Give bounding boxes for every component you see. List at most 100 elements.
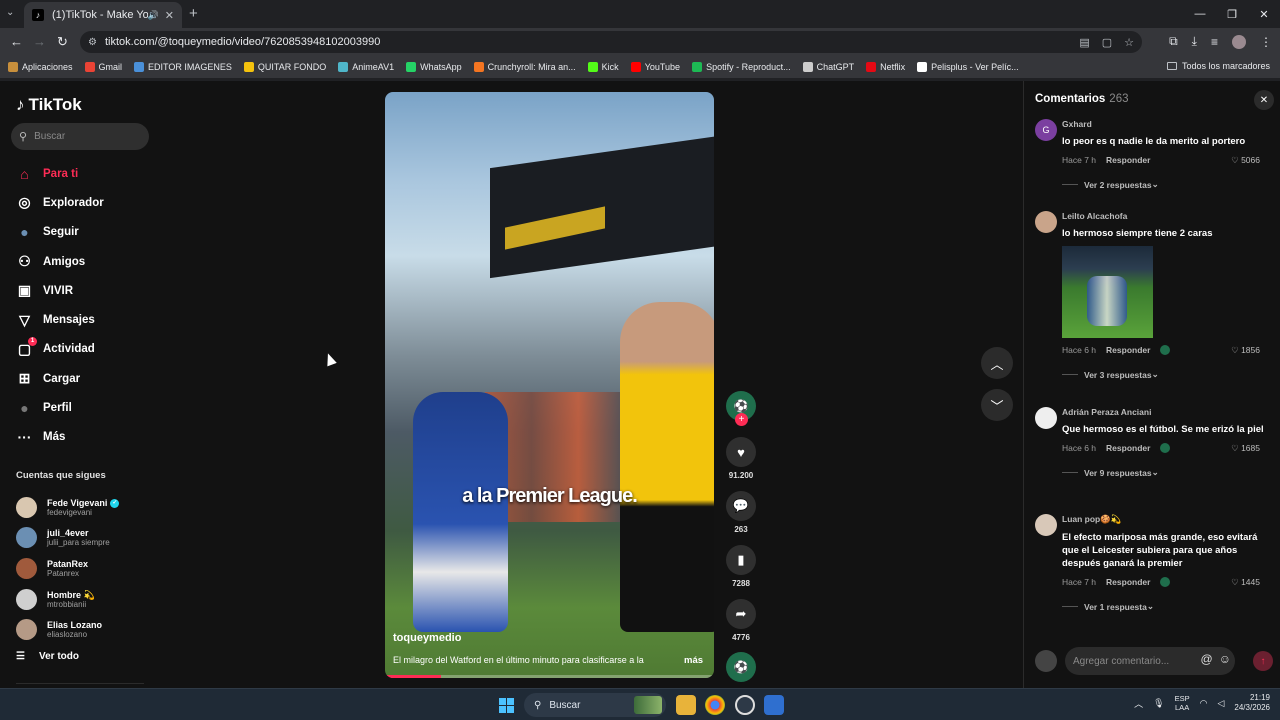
comment-input[interactable]: Agregar comentario... @ ☺ [1065,647,1235,675]
following-account[interactable]: juli_4ever julii_para siempre [16,523,166,554]
reply-button[interactable]: Responder [1106,443,1150,453]
following-account[interactable]: Elias Lozano eliaslozano [16,614,166,645]
sidebar-item-perfil[interactable]: ● Perfil [16,393,156,422]
bookmark-icon[interactable]: ▮ [726,545,756,575]
back-icon[interactable]: ← [10,34,23,49]
reply-button[interactable]: Responder [1106,345,1150,355]
comment-username[interactable]: Adrián Peraza Anciani [1062,407,1272,417]
bookmark-item[interactable]: Aplicaciones [8,62,73,72]
reload-icon[interactable]: ↻ [57,34,68,50]
bookmark-item[interactable]: Gmail [84,62,122,72]
comment-avatar[interactable]: G [1035,119,1057,141]
emoji-icon[interactable]: ☺ [1219,652,1231,666]
all-bookmarks-button[interactable]: Todos los marcadores [1166,61,1270,71]
sidebar-item-amigos[interactable]: ⚇ Amigos [16,247,156,276]
bookmark-item[interactable]: ChatGPT [802,62,854,72]
sidebar-item-vivir[interactable]: ▣ VIVIR [16,276,156,305]
share-action[interactable]: ➦ 4776 [724,599,758,642]
comment-username[interactable]: Gxhard [1062,119,1272,129]
app-icon[interactable] [764,695,784,715]
sound-disc-icon[interactable]: ⚽ [726,652,756,682]
extensions-icon[interactable]: ⧉ [1169,34,1178,49]
view-replies-button[interactable]: Ver 3 respuestas ⌄ [1062,369,1272,380]
bookmark-item[interactable]: YouTube [630,62,680,72]
maximize-icon[interactable]: ❐ [1216,0,1248,28]
microphone-icon[interactable]: 🎙 [1153,698,1164,709]
minimize-icon[interactable]: — [1184,0,1216,28]
bookmark-item[interactable]: Kick [587,62,619,72]
mention-icon[interactable]: @ [1201,652,1213,666]
next-video-button[interactable]: ﹀ [981,389,1013,421]
search-input[interactable]: ⚲ Buscar [11,123,149,150]
bookmark-item[interactable]: QUITAR FONDO [243,62,326,72]
language-indicator[interactable]: ESP LAA [1175,694,1190,712]
downloads-icon[interactable]: ⤓ [1192,34,1197,49]
video-more-link[interactable]: más [684,655,703,666]
video-player[interactable]: a la Premier League. toqueymedio El mila… [385,92,714,678]
tab-close-icon[interactable]: ✕ [165,9,174,22]
sidebar-item-actividad[interactable]: ▢ 1 Actividad [16,335,156,364]
following-account[interactable]: Hombre 💫 mtrobbianii [16,584,166,615]
comment-username[interactable]: Luan pop🍪💫 [1062,514,1272,525]
close-comments-button[interactable]: ✕ [1254,90,1274,110]
sidebar-item-cargar[interactable]: ⊞ Cargar [16,364,156,393]
obs-icon[interactable] [735,695,755,715]
bookmark-item[interactable]: Crunchyroll: Mira an... [473,62,576,72]
chrome-icon[interactable] [705,695,725,715]
send-comment-button[interactable]: ↑ [1253,651,1273,671]
comment-like-button[interactable]: ♡ 1685 [1231,443,1260,454]
view-replies-button[interactable]: Ver 9 respuestas ⌄ [1062,467,1272,478]
comment-action[interactable]: 💬 263 [724,491,758,534]
new-tab-icon[interactable]: + [189,5,198,22]
reply-button[interactable]: Responder [1106,577,1150,587]
translate-icon[interactable]: ▤ [1079,36,1089,49]
sidebar-item-más[interactable]: ··· Más [16,423,156,452]
sidebar-item-explorador[interactable]: ◎ Explorador [16,188,156,217]
sidebar-item-para-ti[interactable]: ⌂ Para ti [16,159,156,188]
view-replies-button[interactable]: Ver 1 respuesta ⌄ [1062,601,1272,612]
like-action[interactable]: ♥ 91.200 [724,437,758,480]
wifi-icon[interactable]: ◠ [1200,698,1208,709]
previous-video-button[interactable]: ︿ [981,347,1013,379]
comment-like-button[interactable]: ♡ 1445 [1231,577,1260,588]
browser-menu-icon[interactable]: ⋮ [1260,35,1272,49]
comment-like-button[interactable]: ♡ 5066 [1231,155,1260,166]
reading-list-icon[interactable]: ≡ [1211,35,1218,49]
taskbar-search[interactable]: ⚲ Buscar [524,693,666,717]
sidebar-item-seguir[interactable]: ● Seguir [16,218,156,247]
comment-avatar[interactable] [1035,407,1057,429]
bookmark-item[interactable]: WhatsApp [406,62,462,72]
comment-like-button[interactable]: ♡ 1856 [1231,345,1260,356]
browser-tab[interactable]: ♪ (1)TikTok - Make Your Day 🔊 ✕ [24,2,182,28]
file-explorer-icon[interactable] [676,695,696,715]
comment-image[interactable] [1062,246,1153,338]
sidebar-item-mensajes[interactable]: ▽ Mensajes [16,305,156,334]
see-all-button[interactable]: ☰ Ver todo [16,651,79,662]
author-avatar[interactable]: ⚽ + [726,391,756,426]
following-account[interactable]: PatanRex Patanrex [16,553,166,584]
reply-button[interactable]: Responder [1106,155,1150,165]
chevron-up-icon[interactable]: ︿ [1134,697,1143,710]
profile-avatar-icon[interactable] [1232,34,1246,49]
comment-username[interactable]: Leilto Alcachofa [1062,211,1272,221]
bookmark-item[interactable]: Pelisplus - Ver Pelíc... [917,62,1019,72]
save-action[interactable]: ▮ 7288 [724,545,758,588]
clock[interactable]: 21:19 24/3/2026 [1234,693,1270,713]
bookmark-star-icon[interactable]: ☆ [1124,36,1134,49]
bookmark-item[interactable]: EDITOR IMAGENES [134,62,232,72]
bookmark-item[interactable]: AnimeAV1 [338,62,394,72]
following-account[interactable]: Fede Vigevani ✓ fedevigevani [16,492,166,523]
heart-icon[interactable]: ♥ [726,437,756,467]
share-icon[interactable]: ➦ [726,599,756,629]
tiktok-logo[interactable]: ♪ TikTok [16,95,82,115]
comment-avatar[interactable] [1035,514,1057,536]
bookmark-item[interactable]: Spotify - Reproduct... [692,62,791,72]
comment-avatar[interactable] [1035,211,1057,233]
volume-icon[interactable]: ◁ [1217,698,1224,709]
windows-start-icon[interactable] [499,698,514,713]
comment-icon[interactable]: 💬 [726,491,756,521]
close-window-icon[interactable]: ✕ [1248,0,1280,28]
view-replies-button[interactable]: Ver 2 respuestas ⌄ [1062,179,1272,190]
install-app-icon[interactable]: ▢ [1102,36,1112,49]
site-info-icon[interactable]: ⚙ [88,37,97,48]
